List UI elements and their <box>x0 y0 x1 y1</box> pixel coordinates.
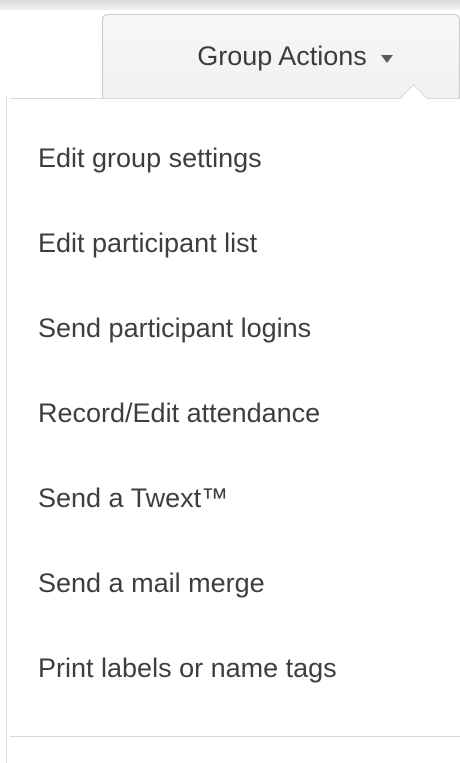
group-actions-dropdown-view: Group Actions Edit group settings Edit p… <box>0 0 460 763</box>
left-pane <box>0 10 102 96</box>
menu-item-edit-participant-list[interactable]: Edit participant list <box>38 228 257 259</box>
caret-down-icon <box>380 54 393 63</box>
menu-item-print-labels[interactable]: Print labels or name tags <box>38 653 337 684</box>
group-actions-menu: Edit group settings Edit participant lis… <box>10 84 460 739</box>
menu-item-send-participant-logins[interactable]: Send participant logins <box>38 313 311 344</box>
group-actions-label: Group Actions <box>197 41 367 71</box>
menu-item-edit-group-settings[interactable]: Edit group settings <box>38 143 262 174</box>
menu-item-send-mail-merge[interactable]: Send a mail merge <box>38 568 265 599</box>
menu-item-record-edit-attendance[interactable]: Record/Edit attendance <box>38 398 320 429</box>
left-edge-divider <box>6 96 7 763</box>
group-actions-button[interactable]: Group Actions <box>102 14 460 98</box>
menu-item-send-twext[interactable]: Send a Twext™ <box>38 483 228 514</box>
top-strip <box>0 0 460 10</box>
menu-bottom-divider <box>10 736 460 737</box>
